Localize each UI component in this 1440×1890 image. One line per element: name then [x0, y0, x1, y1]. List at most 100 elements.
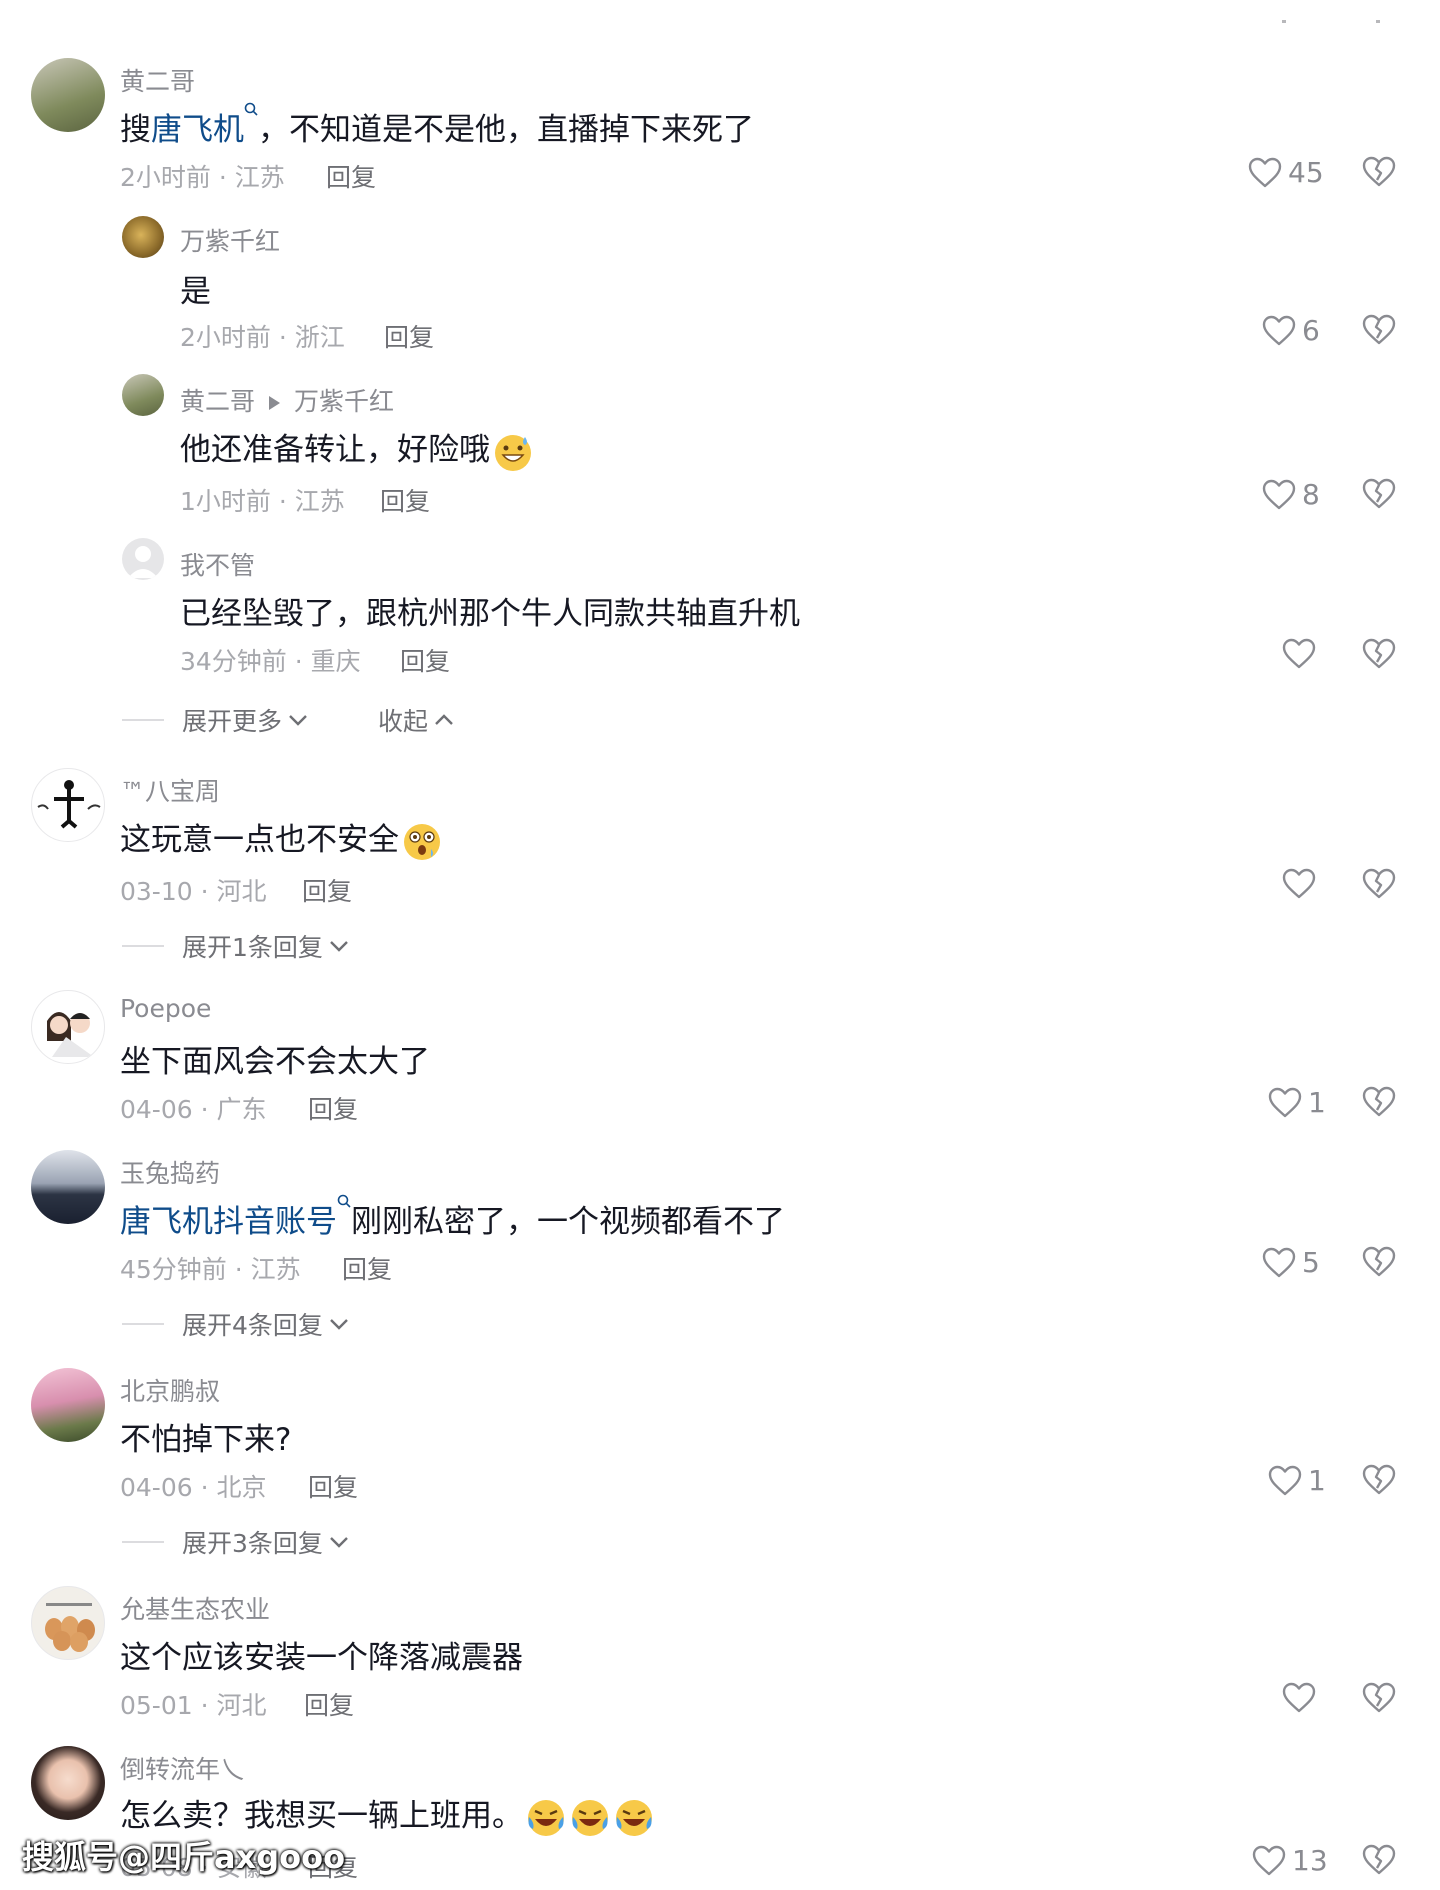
dislike-icon[interactable] [1362, 1844, 1396, 1876]
comment-meta: 34分钟前 · 重庆 [180, 647, 361, 676]
comment-meta: 2小时前 · 浙江 [180, 323, 345, 352]
like-button[interactable]: 6 [1262, 314, 1320, 347]
comment-author[interactable]: 我不管 [180, 546, 255, 582]
avatar[interactable] [31, 1586, 105, 1660]
dislike-icon[interactable] [1362, 478, 1396, 510]
expand-more-button[interactable]: 展开更多 [122, 702, 308, 738]
comment-meta: 2小时前 · 江苏 [120, 163, 285, 192]
reply-button[interactable]: 回复 [380, 482, 430, 518]
avatar[interactable] [122, 216, 164, 258]
collapse-button[interactable]: 收起 [378, 702, 454, 738]
divider [122, 1323, 164, 1325]
default-avatar-icon [128, 546, 158, 578]
comment-author[interactable]: 黄二哥 [120, 62, 195, 98]
like-button[interactable]: 13 [1252, 1844, 1328, 1877]
comment-text: 唐飞机抖音账号 刚刚私密了，一个视频都看不了 [120, 1196, 785, 1241]
comment-author[interactable]: Poepoe [120, 994, 211, 1023]
like-count: 1 [1308, 1464, 1326, 1497]
comment-text: 他还准备转让，好险哦 [180, 424, 534, 473]
comment-author[interactable]: 玉兔捣药 [120, 1154, 220, 1190]
heart-icon [1268, 1465, 1302, 1497]
comment-text: 这玩意一点也不安全 [120, 814, 443, 863]
comment-text: 坐下面风会不会太大了 [120, 1044, 430, 1080]
reply-button[interactable]: 回复 [304, 1686, 354, 1722]
like-count: 5 [1302, 1246, 1320, 1279]
heart-icon [1282, 1682, 1316, 1714]
couple-avatar-icon [47, 1012, 94, 1057]
heart-icon [1282, 868, 1316, 900]
reply-button[interactable]: 回复 [308, 1090, 358, 1126]
like-button[interactable]: 8 [1262, 478, 1320, 511]
search-link[interactable]: 唐飞机抖音账号 [120, 1204, 337, 1240]
like-button[interactable]: 1 [1268, 1086, 1326, 1119]
like-button[interactable] [1282, 868, 1316, 900]
chevron-up-icon [434, 714, 454, 726]
laugh-cry-emoji-icon [616, 1799, 652, 1836]
reply-button[interactable]: 回复 [302, 872, 352, 908]
like-button[interactable] [1282, 638, 1316, 670]
avatar[interactable] [31, 990, 105, 1064]
comment-text: 这个应该安装一个降落减震器 [120, 1640, 523, 1676]
comment-text: 是 [180, 274, 211, 310]
comment-author: 黄二哥 万紫千红 [180, 387, 395, 416]
like-count: 45 [1288, 156, 1324, 189]
avatar[interactable] [122, 538, 164, 580]
like-button[interactable]: 45 [1248, 156, 1324, 189]
reply-button[interactable]: 回复 [400, 642, 450, 678]
avatar[interactable] [31, 768, 105, 842]
avatar[interactable] [31, 1746, 105, 1820]
avatar[interactable] [122, 374, 164, 416]
dislike-icon[interactable] [1362, 638, 1396, 670]
reply-button[interactable]: 回复 [342, 1250, 392, 1286]
comment-meta: 1小时前 · 江苏 [180, 487, 345, 516]
chevron-down-icon [329, 1536, 349, 1548]
comment-author[interactable]: 万紫千红 [180, 222, 280, 258]
like-count: 6 [1302, 314, 1320, 347]
comment-author[interactable]: 倒转流年乀 [120, 1750, 245, 1786]
reply-button[interactable]: 回复 [326, 158, 376, 194]
divider [122, 945, 164, 947]
like-button[interactable]: 5 [1262, 1246, 1320, 1279]
comment-meta: 05-01 · 河北 [120, 1691, 267, 1720]
like-count: 13 [1292, 1844, 1328, 1877]
dislike-icon[interactable] [1362, 1464, 1396, 1496]
comment-author[interactable]: 北京鹏叔 [120, 1372, 220, 1408]
grin-sweat-emoji-icon [495, 434, 531, 471]
chevron-down-icon [329, 1318, 349, 1330]
heart-icon [1262, 479, 1296, 511]
like-button[interactable] [1282, 1682, 1316, 1714]
avatar[interactable] [31, 1150, 105, 1224]
dislike-icon[interactable] [1362, 1246, 1396, 1278]
comment-meta: 04-06 · 广东 [120, 1095, 267, 1124]
avatar[interactable] [31, 58, 105, 132]
divider [122, 719, 164, 721]
expand-replies-button[interactable]: 展开1条回复 [122, 928, 349, 964]
comment-author[interactable]: 允基生态农业 [120, 1590, 270, 1626]
like-button[interactable]: 1 [1268, 1464, 1326, 1497]
shocked-emoji-icon [404, 823, 440, 860]
chevron-down-icon [329, 940, 349, 952]
dislike-icon[interactable] [1362, 868, 1396, 900]
comment-author[interactable]: ™八宝周 [120, 772, 220, 808]
search-icon [244, 102, 258, 116]
comment-meta: 45分钟前 · 江苏 [120, 1255, 301, 1284]
expand-replies-button[interactable]: 展开3条回复 [122, 1524, 349, 1560]
avatar[interactable] [31, 1368, 105, 1442]
like-count: 1 [1308, 1086, 1326, 1119]
dislike-icon[interactable] [1362, 156, 1396, 188]
expand-replies-button[interactable]: 展开4条回复 [122, 1306, 349, 1342]
comment-meta: 03-10 · 河北 [120, 877, 267, 906]
dislike-icon[interactable] [1362, 314, 1396, 346]
search-link[interactable]: 唐飞机 [151, 112, 244, 148]
heart-icon [1282, 638, 1316, 670]
dislike-icon[interactable] [1362, 1086, 1396, 1118]
top-dot [1376, 20, 1380, 23]
heart-icon [1252, 1845, 1286, 1877]
reply-button[interactable]: 回复 [308, 1468, 358, 1504]
heart-icon [1262, 1247, 1296, 1279]
reply-button[interactable]: 回复 [384, 318, 434, 354]
laugh-cry-emoji-icon [528, 1799, 564, 1836]
comment-text: 不怕掉下来? [120, 1422, 292, 1458]
dislike-icon[interactable] [1362, 1682, 1396, 1714]
watermark: 搜狐号@四斤axgooo [22, 1838, 346, 1876]
